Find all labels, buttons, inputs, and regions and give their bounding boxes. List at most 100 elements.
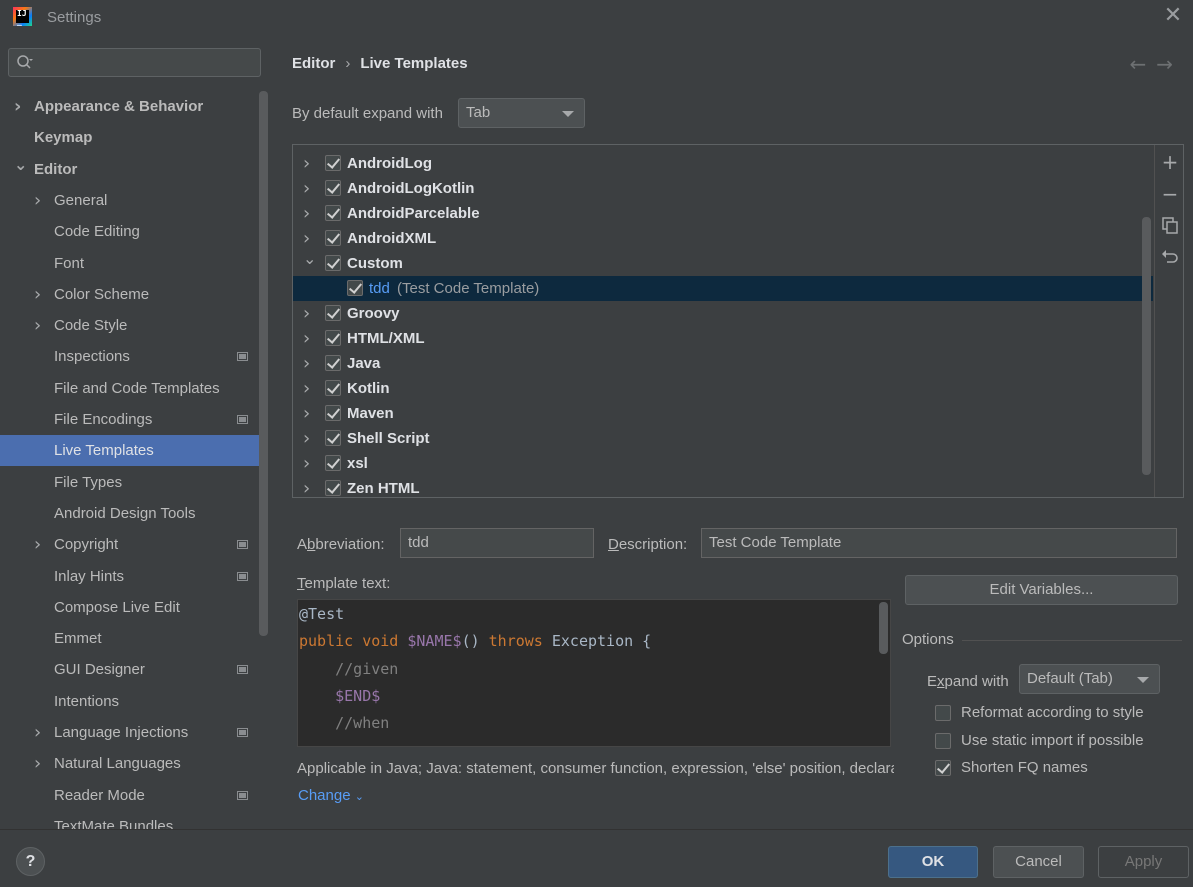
shorten-fq-checkbox[interactable] — [935, 760, 951, 776]
chevron-right-icon[interactable]: › — [34, 717, 46, 748]
back-arrow-icon[interactable]: ← — [1129, 52, 1156, 76]
chevron-right-icon[interactable]: › — [303, 451, 310, 476]
sidebar-item-color-scheme[interactable]: › Color Scheme — [0, 279, 268, 310]
chevron-right-icon[interactable]: › — [34, 748, 46, 779]
chevron-down-icon[interactable]: ⌄ — [303, 246, 316, 271]
reformat-checkbox[interactable] — [935, 705, 951, 721]
template-group-row[interactable]: ⌄ Custom — [293, 249, 1153, 276]
template-group-row[interactable]: › Zen HTML — [293, 476, 1153, 497]
template-group-row[interactable]: › AndroidXML — [293, 226, 1153, 251]
template-group-row[interactable]: › AndroidLog — [293, 151, 1153, 176]
default-expand-select[interactable]: Tab — [458, 98, 585, 128]
sidebar-item-file-types[interactable]: File Types — [0, 467, 268, 498]
chevron-right-icon[interactable]: › — [303, 301, 310, 326]
template-checkbox[interactable] — [325, 355, 341, 371]
template-group-row[interactable]: › Kotlin — [293, 376, 1153, 401]
cancel-button[interactable]: Cancel — [993, 846, 1084, 878]
copy-icon[interactable] — [1159, 215, 1181, 237]
remove-icon[interactable]: − — [1159, 183, 1181, 205]
close-icon[interactable]: ✕ — [1161, 5, 1185, 29]
chevron-right-icon[interactable]: › — [303, 476, 310, 497]
template-checkbox[interactable] — [325, 255, 341, 271]
sidebar-item-intentions[interactable]: Intentions — [0, 686, 268, 717]
chevron-right-icon[interactable]: › — [303, 151, 310, 176]
template-checkbox[interactable] — [325, 305, 341, 321]
sidebar-item-keymap[interactable]: Keymap — [0, 122, 268, 153]
sidebar-item-textmate-bundles[interactable]: TextMate Bundles — [0, 811, 268, 829]
change-contexts-link[interactable]: Change ⌄ — [298, 787, 364, 804]
chevron-right-icon[interactable]: › — [34, 529, 46, 560]
template-checkbox[interactable] — [325, 480, 341, 496]
sidebar-item-code-style[interactable]: › Code Style — [0, 310, 268, 341]
template-group-row[interactable]: › HTML/XML — [293, 326, 1153, 351]
static-import-checkbox[interactable] — [935, 733, 951, 749]
chevron-right-icon[interactable]: › — [303, 326, 310, 351]
chevron-right-icon[interactable]: › — [34, 310, 46, 341]
sidebar-item-appearance-behavior[interactable]: › Appearance & Behavior — [0, 91, 268, 122]
code-line-5: //when — [299, 714, 390, 732]
forward-arrow-icon[interactable]: → — [1156, 52, 1183, 76]
template-checkbox[interactable] — [325, 230, 341, 246]
help-button[interactable]: ? — [16, 847, 45, 876]
settings-search-input[interactable] — [8, 48, 261, 77]
chevron-right-icon[interactable]: › — [303, 401, 310, 426]
template-checkbox[interactable] — [325, 155, 341, 171]
template-group-row[interactable]: › xsl — [293, 451, 1153, 476]
chevron-right-icon[interactable]: › — [14, 91, 26, 122]
template-checkbox[interactable] — [325, 430, 341, 446]
chevron-right-icon[interactable]: › — [303, 176, 310, 201]
template-group-row[interactable]: › Groovy — [293, 301, 1153, 326]
restore-defaults-icon[interactable] — [1159, 247, 1181, 269]
sidebar-item-general[interactable]: › General — [0, 185, 268, 216]
abbreviation-input[interactable]: tdd — [400, 528, 594, 558]
apply-button[interactable]: Apply — [1098, 846, 1189, 878]
add-icon[interactable]: + — [1159, 151, 1181, 173]
description-input[interactable]: Test Code Template — [701, 528, 1177, 558]
sidebar-item-language-injections[interactable]: › Language Injections — [0, 717, 268, 748]
template-checkbox[interactable] — [325, 205, 341, 221]
chevron-right-icon[interactable]: › — [303, 426, 310, 451]
sidebar-item-file-encodings[interactable]: File Encodings — [0, 404, 268, 435]
ok-button[interactable]: OK — [888, 846, 978, 878]
template-group-row[interactable]: › Java — [293, 351, 1153, 376]
template-group-row[interactable]: › Shell Script — [293, 426, 1153, 451]
template-checkbox[interactable] — [325, 405, 341, 421]
sidebar-item-reader-mode[interactable]: Reader Mode — [0, 780, 268, 811]
template-group-row[interactable]: › Maven — [293, 401, 1153, 426]
chevron-right-icon[interactable]: › — [34, 279, 46, 310]
template-checkbox[interactable] — [325, 380, 341, 396]
default-expand-value: Tab — [466, 104, 491, 121]
sidebar-item-live-templates[interactable]: Live Templates — [0, 435, 268, 467]
sidebar-item-file-and-code-templates[interactable]: File and Code Templates — [0, 373, 268, 404]
sidebar-item-editor[interactable]: ⌄ Editor — [0, 154, 268, 185]
templates-scrollbar[interactable] — [1142, 217, 1151, 475]
chevron-right-icon[interactable]: › — [303, 351, 310, 376]
template-checkbox[interactable] — [347, 280, 363, 296]
template-row[interactable]: tdd (Test Code Template) — [293, 276, 1153, 301]
template-group-row[interactable]: › AndroidLogKotlin — [293, 176, 1153, 201]
breadcrumb-parent[interactable]: Editor — [292, 55, 335, 72]
sidebar-item-copyright[interactable]: › Copyright — [0, 529, 268, 560]
template-checkbox[interactable] — [325, 330, 341, 346]
sidebar-scrollbar[interactable] — [259, 91, 268, 636]
edit-variables-button[interactable]: Edit Variables... — [905, 575, 1178, 605]
editor-scrollbar[interactable] — [879, 602, 888, 654]
sidebar-item-inspections[interactable]: Inspections — [0, 341, 268, 372]
sidebar-item-android-design-tools[interactable]: Android Design Tools — [0, 498, 268, 529]
chevron-right-icon[interactable]: › — [34, 185, 46, 216]
expand-with-select[interactable]: Default (Tab) — [1019, 664, 1160, 694]
chevron-right-icon[interactable]: › — [303, 376, 310, 401]
template-checkbox[interactable] — [325, 180, 341, 196]
template-group-row[interactable]: › AndroidParcelable — [293, 201, 1153, 226]
sidebar-item-emmet[interactable]: Emmet — [0, 623, 268, 654]
chevron-down-icon[interactable]: ⌄ — [14, 149, 27, 180]
sidebar-item-compose-live-edit[interactable]: Compose Live Edit — [0, 592, 268, 623]
sidebar-item-inlay-hints[interactable]: Inlay Hints — [0, 561, 268, 592]
template-checkbox[interactable] — [325, 455, 341, 471]
sidebar-item-font[interactable]: Font — [0, 248, 268, 279]
sidebar-item-natural-languages[interactable]: › Natural Languages — [0, 748, 268, 779]
sidebar-item-code-editing[interactable]: Code Editing — [0, 216, 268, 247]
chevron-right-icon[interactable]: › — [303, 201, 310, 226]
sidebar-item-gui-designer[interactable]: GUI Designer — [0, 654, 268, 685]
template-text-editor[interactable]: @Test public void $NAME$() throws Except… — [297, 599, 891, 747]
